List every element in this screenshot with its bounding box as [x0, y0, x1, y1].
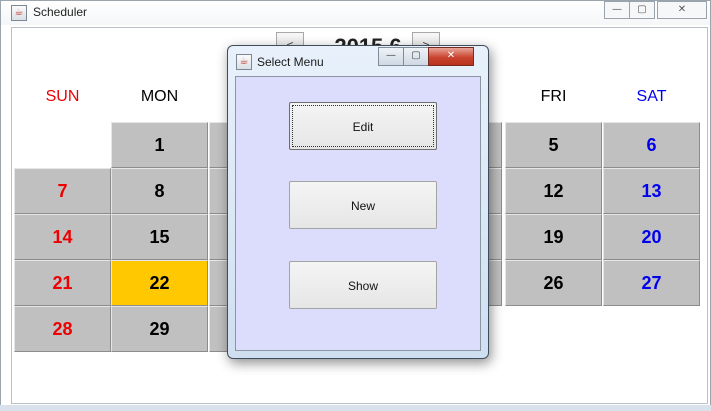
day-cell-5[interactable]: 5 [505, 122, 602, 168]
dow-label-sat: SAT [636, 88, 667, 105]
day-cell-13[interactable]: 13 [603, 168, 700, 214]
desktop-background [0, 405, 711, 411]
day-cell-1[interactable]: 1 [111, 122, 208, 168]
close-button[interactable]: ✕ [657, 1, 707, 19]
day-cell-28[interactable]: 28 [14, 306, 111, 352]
dialog-close-button[interactable]: ✕ [428, 47, 474, 66]
minimize-button[interactable]: — [604, 1, 630, 19]
dow-label-mon: MON [140, 88, 179, 105]
day-cell-20[interactable]: 20 [603, 214, 700, 260]
dialog-minimize-button[interactable]: — [378, 47, 404, 66]
day-cell-29[interactable]: 29 [111, 306, 208, 352]
window-title: Scheduler [33, 5, 88, 19]
day-cell-14[interactable]: 14 [14, 214, 111, 260]
edit-button[interactable]: Edit [289, 102, 437, 150]
day-cell-12[interactable]: 12 [505, 168, 602, 214]
dow-label-fri: FRI [540, 88, 567, 105]
title-bar[interactable]: ☕ Scheduler — ▢ ✕ [1, 1, 710, 25]
day-cell-19[interactable]: 19 [505, 214, 602, 260]
dialog-body: Edit New Show [235, 76, 481, 351]
java-app-icon: ☕ [236, 54, 252, 70]
day-cell-6[interactable]: 6 [603, 122, 700, 168]
day-cell-22[interactable]: 22 [111, 260, 208, 306]
day-cell-15[interactable]: 15 [111, 214, 208, 260]
show-button[interactable]: Show [289, 261, 437, 309]
day-cell-21[interactable]: 21 [14, 260, 111, 306]
day-cell-7[interactable]: 7 [14, 168, 111, 214]
dow-label-sun: SUN [45, 88, 80, 105]
new-button[interactable]: New [289, 181, 437, 229]
java-app-icon: ☕ [11, 5, 27, 21]
select-menu-dialog: ☕ Select Menu — ▢ ✕ Edit New Show [227, 45, 489, 359]
day-cell-8[interactable]: 8 [111, 168, 208, 214]
maximize-button[interactable]: ▢ [629, 1, 655, 19]
day-cell-27[interactable]: 27 [603, 260, 700, 306]
dialog-maximize-button[interactable]: ▢ [403, 47, 429, 66]
dialog-title: Select Menu [257, 55, 324, 69]
dialog-title-bar[interactable]: ☕ Select Menu — ▢ ✕ [228, 46, 488, 74]
day-cell-26[interactable]: 26 [505, 260, 602, 306]
